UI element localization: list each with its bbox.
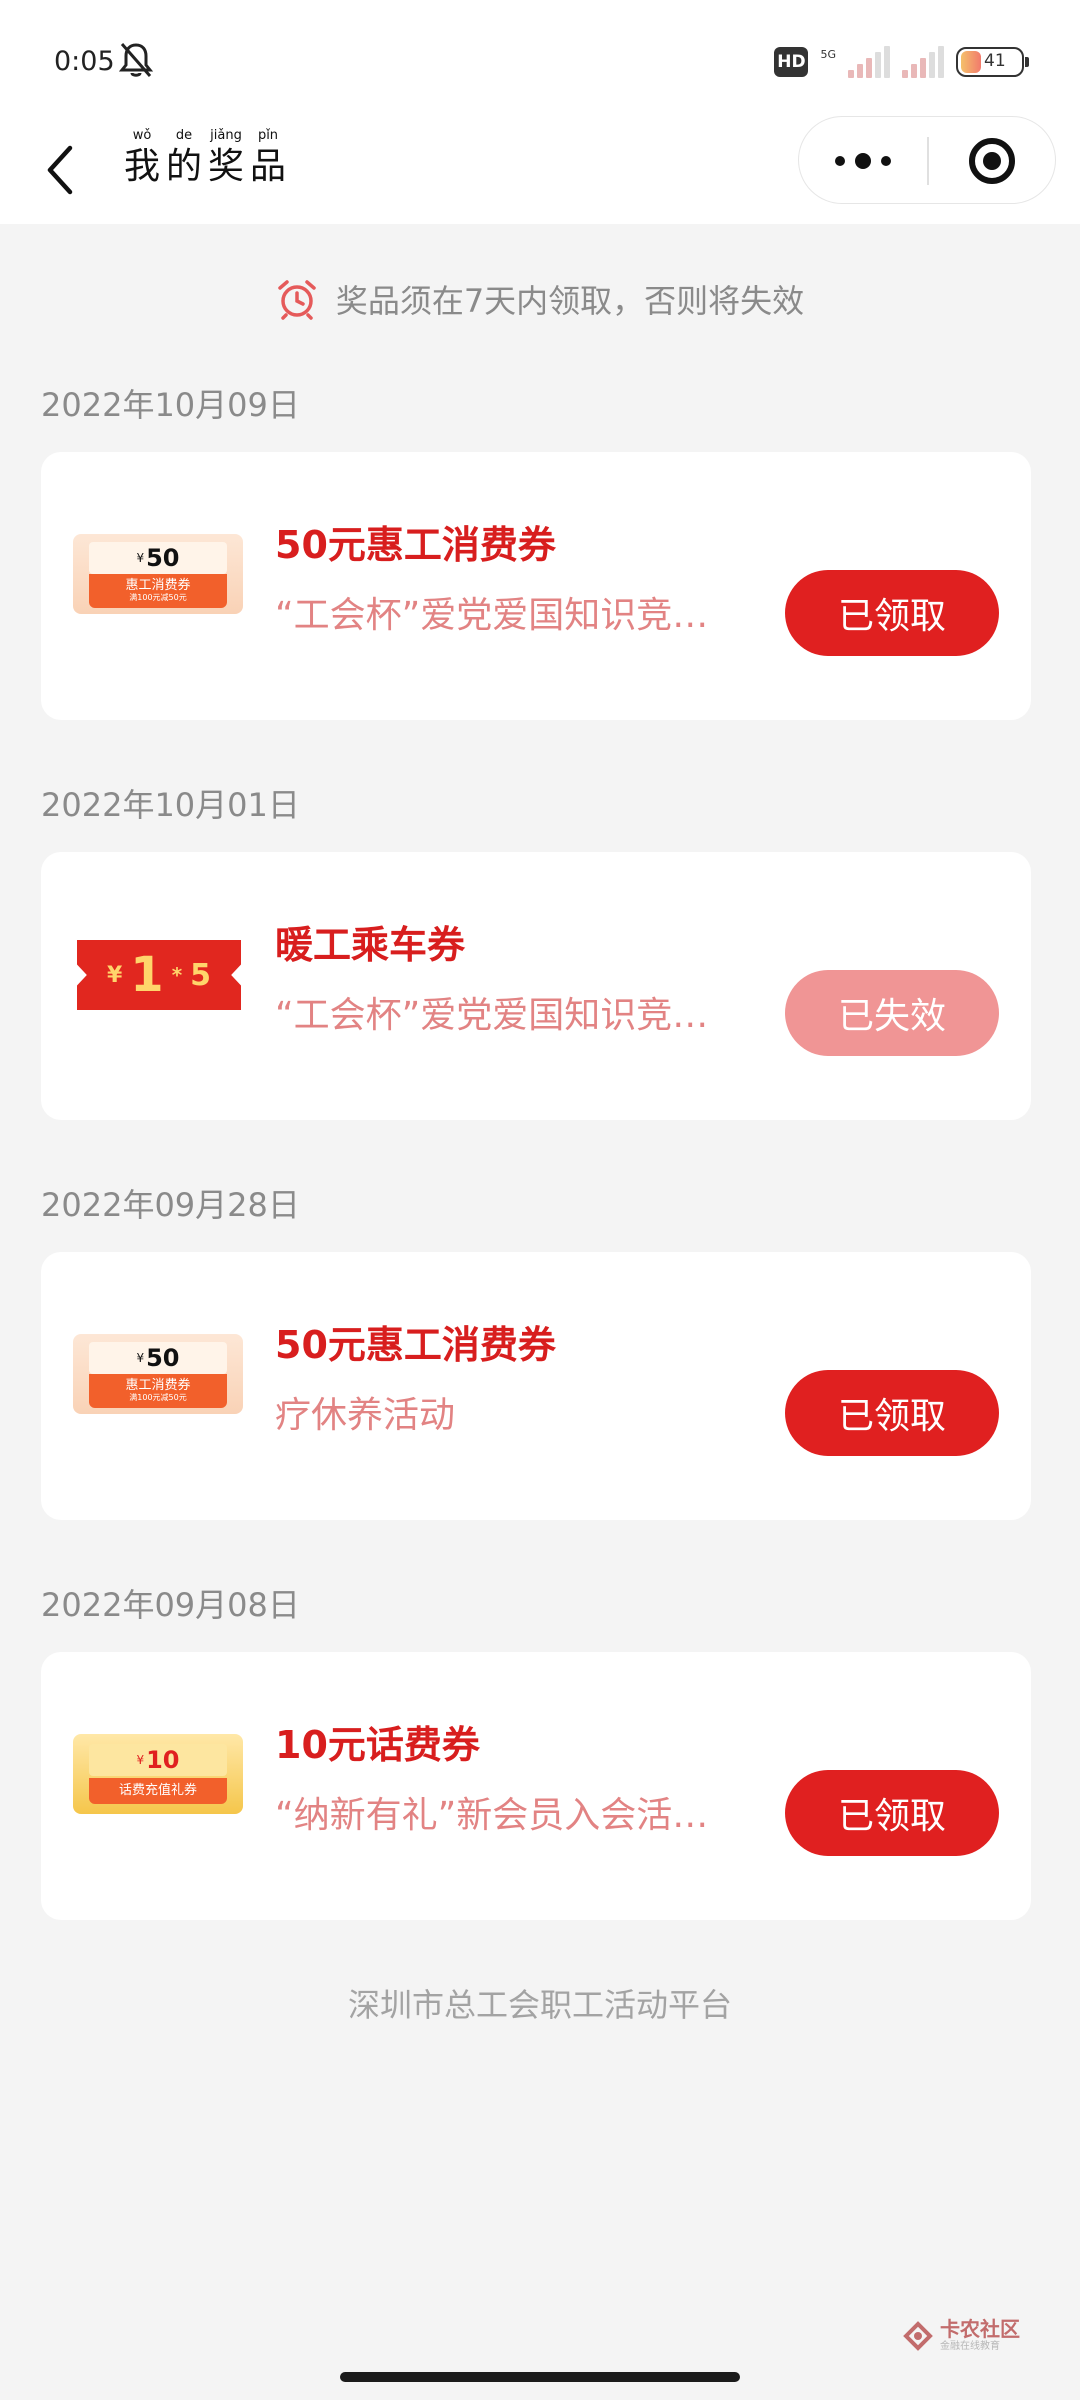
title-char: de 的 — [164, 128, 204, 190]
claimed-button[interactable]: 已领取 — [785, 570, 999, 656]
hd-badge: HD — [774, 47, 809, 77]
ticket-count: 5 — [190, 957, 212, 993]
battery-level: 41 — [984, 51, 1006, 71]
coupon-sub: 话费充值礼券 — [118, 1783, 197, 1798]
title-pinyin: wǒ — [132, 128, 152, 143]
prize-name: 10元话费券 — [275, 1723, 480, 1767]
watermark-main: 卡农社区 — [940, 2317, 1020, 2341]
battery-icon: 41 — [956, 47, 1029, 77]
prize-source: “纳新有礼”新会员入会活… — [275, 1795, 709, 1836]
coupon-sub: 惠工消费券 — [125, 578, 191, 593]
coupon-currency: ¥ — [136, 551, 145, 565]
title-char: jiǎng 奖 — [206, 128, 246, 190]
prize-date: 2022年10月01日 — [41, 786, 300, 824]
ticket-thumbnail: ¥ 1 * 5 — [73, 934, 243, 1014]
notice-text: 奖品须在7天内领取，否则将失效 — [335, 282, 805, 320]
prize-card[interactable]: ¥10 话费充值礼券 10元话费券 “纳新有礼”新会员入会活… 已领取 — [41, 1652, 1031, 1920]
watermark-logo-icon — [903, 2321, 933, 2351]
prize-date: 2022年10月09日 — [41, 386, 300, 424]
coupon-thumbnail: ¥50 惠工消费券 满100元减50元 — [73, 1334, 243, 1414]
coupon-currency: ¥ — [136, 1351, 145, 1365]
ticket-currency: ¥ — [106, 962, 123, 988]
prize-name: 50元惠工消费券 — [275, 1323, 556, 1367]
watermark-sub: 金融在线教育 — [940, 2341, 1000, 2352]
mini-program-capsule — [798, 116, 1056, 204]
coupon-value: 50 — [146, 1344, 180, 1372]
coupon-sub: 惠工消费券 — [125, 1378, 191, 1393]
ticket-separator: * — [171, 963, 183, 987]
coupon-currency: ¥ — [136, 1753, 145, 1767]
title-han: 的 — [165, 146, 202, 187]
prize-card[interactable]: ¥50 惠工消费券 满100元减50元 50元惠工消费券 “工会杯”爱党爱国知识竞… — [41, 452, 1031, 720]
title-pinyin: jiǎng — [210, 128, 242, 143]
coupon-value: 10 — [146, 1746, 180, 1774]
page-title: wǒ 我 de 的 jiǎng 奖 pǐn 品 — [122, 128, 288, 190]
signal-icon-2 — [902, 46, 944, 78]
title-han: 我 — [123, 146, 160, 187]
more-options-icon[interactable] — [799, 117, 927, 205]
title-han: 奖 — [207, 146, 244, 187]
claimed-button[interactable]: 已领取 — [785, 1370, 999, 1456]
title-pinyin: pǐn — [257, 128, 279, 143]
expired-button[interactable]: 已失效 — [785, 970, 999, 1056]
title-char: wǒ 我 — [122, 128, 162, 190]
status-bar: 0:05 HD 5G 41 — [0, 0, 1080, 116]
prize-source: “工会杯”爱党爱国知识竞… — [275, 995, 709, 1036]
nav-bar: wǒ 我 de 的 jiǎng 奖 pǐn 品 — [0, 116, 1080, 224]
signal-icon — [848, 46, 890, 78]
ticket-value: 1 — [130, 947, 164, 1003]
footer-text: 深圳市总工会职工活动平台 — [347, 1986, 732, 2024]
prize-source: “工会杯”爱党爱国知识竞… — [275, 595, 709, 636]
coupon-sub-small: 满100元减50元 — [129, 593, 187, 602]
prize-source: 疗休养活动 — [275, 1395, 456, 1436]
prize-card[interactable]: ¥ 1 * 5 暖工乘车券 “工会杯”爱党爱国知识竞… 已失效 — [41, 852, 1031, 1120]
prize-name: 50元惠工消费券 — [275, 523, 556, 567]
title-char: pǐn 品 — [248, 128, 288, 190]
network-type: 5G — [820, 47, 836, 61]
alarm-clock-icon — [278, 280, 316, 320]
watermark: 卡农社区 金融在线教育 — [902, 2318, 1020, 2354]
capsule-divider — [927, 137, 929, 185]
status-time: 0:05 — [54, 46, 115, 77]
prize-date: 2022年09月28日 — [41, 1186, 300, 1224]
title-pinyin: de — [175, 128, 193, 143]
prize-name: 暖工乘车券 — [275, 923, 466, 967]
prize-card[interactable]: ¥50 惠工消费券 满100元减50元 50元惠工消费券 疗休养活动 已领取 — [41, 1252, 1031, 1520]
title-han: 品 — [249, 146, 286, 187]
home-indicator[interactable] — [340, 2372, 740, 2382]
coupon-thumbnail: ¥50 惠工消费券 满100元减50元 — [73, 534, 243, 614]
notice-banner: 奖品须在7天内领取，否则将失效 — [0, 276, 1080, 322]
status-icons: HD 5G 41 — [774, 44, 1029, 80]
bell-off-icon — [118, 43, 154, 77]
prize-date: 2022年09月08日 — [41, 1586, 300, 1624]
close-mini-program-icon[interactable] — [969, 138, 1015, 184]
claimed-button[interactable]: 已领取 — [785, 1770, 999, 1856]
back-arrow-icon[interactable] — [40, 140, 80, 200]
coupon-value: 50 — [146, 544, 180, 572]
coupon-sub-small: 满100元减50元 — [129, 1393, 187, 1402]
coupon-thumbnail: ¥10 话费充值礼券 — [73, 1734, 243, 1814]
